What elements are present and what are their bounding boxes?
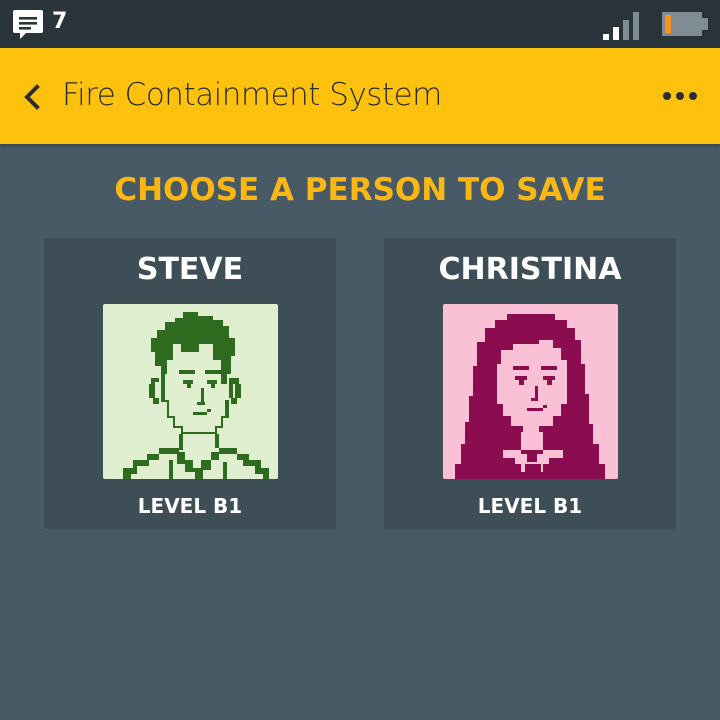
battery-icon xyxy=(662,12,708,36)
status-bar: 7 xyxy=(0,0,720,48)
person-level: LEVEL B1 xyxy=(477,494,583,518)
message-count: 7 xyxy=(52,9,68,34)
person-card-christina[interactable]: CHRISTINA LEVEL B1 xyxy=(384,238,676,529)
app-bar: Fire Containment System xyxy=(0,48,720,144)
page-heading: CHOOSE A PERSON TO SAVE xyxy=(114,172,606,208)
more-horizontal-icon[interactable] xyxy=(660,86,700,106)
person-level: LEVEL B1 xyxy=(137,494,243,518)
chevron-left-icon[interactable] xyxy=(16,80,50,114)
signal-icon xyxy=(603,12,639,40)
person-name: CHRISTINA xyxy=(438,252,622,287)
person-card-steve[interactable]: STEVE LEVEL B1 xyxy=(44,238,336,529)
message-icon xyxy=(13,10,43,39)
steve-portrait xyxy=(103,304,278,479)
christina-portrait xyxy=(443,304,618,479)
app-title: Fire Containment System xyxy=(62,77,442,113)
person-name: STEVE xyxy=(136,252,244,287)
